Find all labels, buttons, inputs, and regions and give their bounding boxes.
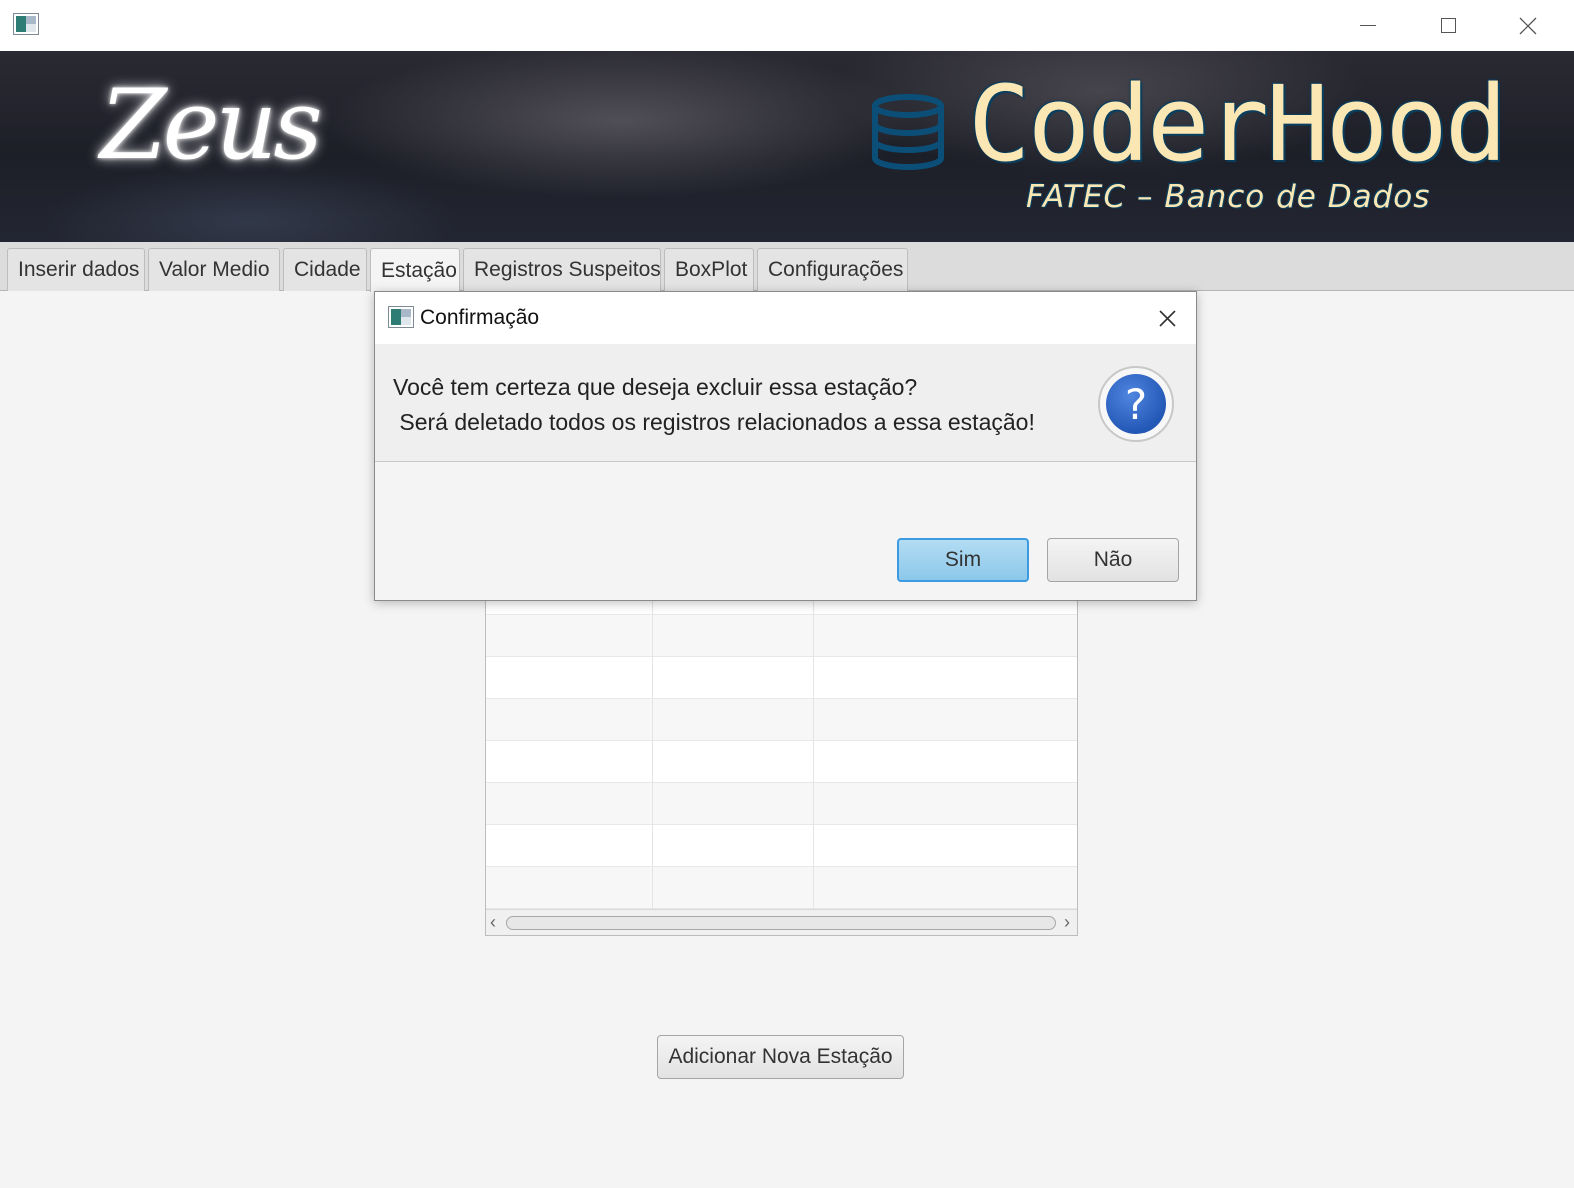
maximize-icon [1440, 18, 1456, 33]
brand-name: CoderHood [968, 63, 1508, 185]
table-row[interactable] [486, 657, 1077, 699]
scroll-left-icon[interactable]: ‹ [490, 912, 496, 933]
database-icon [872, 94, 944, 170]
close-icon [1519, 17, 1537, 34]
dialog-title-bar: Confirmação [375, 292, 1196, 344]
tab-boxplot[interactable]: BoxPlot [664, 248, 754, 291]
stations-table: ‹ › [485, 598, 1078, 936]
table-row[interactable] [486, 599, 1077, 615]
tab-valor-medio[interactable]: Valor Medio [148, 248, 280, 291]
zeus-logo: Zeus [100, 69, 323, 181]
maximize-button[interactable] [1408, 0, 1488, 51]
dialog-title: Confirmação [420, 306, 540, 329]
tab-bar: Inserir dados Valor Medio Cidade Estação… [0, 242, 1574, 292]
close-icon [1159, 310, 1176, 327]
brand-subtitle: FATEC – Banco de Dados [1026, 179, 1431, 215]
scroll-right-icon[interactable]: › [1064, 912, 1070, 933]
scrollbar-thumb[interactable] [506, 916, 1056, 930]
yes-button[interactable]: Sim [897, 538, 1029, 582]
window-title-bar [0, 0, 1574, 51]
confirmation-dialog: Confirmação Você tem certeza que deseja … [374, 291, 1197, 601]
table-row[interactable] [486, 699, 1077, 741]
column-divider [813, 599, 814, 909]
minimize-icon [1360, 25, 1376, 26]
minimize-button[interactable] [1328, 0, 1408, 51]
tab-configuracoes[interactable]: Configurações [757, 248, 908, 291]
table-row[interactable] [486, 783, 1077, 825]
tab-cidade[interactable]: Cidade [283, 248, 367, 291]
app-icon [13, 13, 39, 35]
table-row[interactable] [486, 867, 1077, 909]
dialog-message-area: Você tem certeza que deseja excluir essa… [375, 344, 1196, 462]
tab-registros-suspeitos[interactable]: Registros Suspeitos [463, 248, 661, 291]
no-button[interactable]: Não [1047, 538, 1179, 582]
table-row[interactable] [486, 615, 1077, 657]
tab-inserir-dados[interactable]: Inserir dados [7, 248, 145, 291]
close-window-button[interactable] [1488, 0, 1568, 51]
column-divider [652, 599, 653, 909]
question-icon: ? [1098, 366, 1174, 442]
table-row[interactable] [486, 825, 1077, 867]
header-banner: Zeus CoderHood FATEC – Banco de Dados [0, 51, 1574, 242]
dialog-message-line1: Você tem certeza que deseja excluir essa… [393, 374, 918, 400]
dialog-app-icon [388, 306, 414, 328]
add-station-button[interactable]: Adicionar Nova Estação [657, 1035, 904, 1079]
horizontal-scrollbar[interactable]: ‹ › [486, 909, 1077, 935]
table-row[interactable] [486, 741, 1077, 783]
dialog-close-button[interactable] [1147, 304, 1187, 334]
dialog-message-line2: Será deletado todos os registros relacio… [393, 409, 1035, 435]
tab-estacao[interactable]: Estação [370, 248, 460, 292]
